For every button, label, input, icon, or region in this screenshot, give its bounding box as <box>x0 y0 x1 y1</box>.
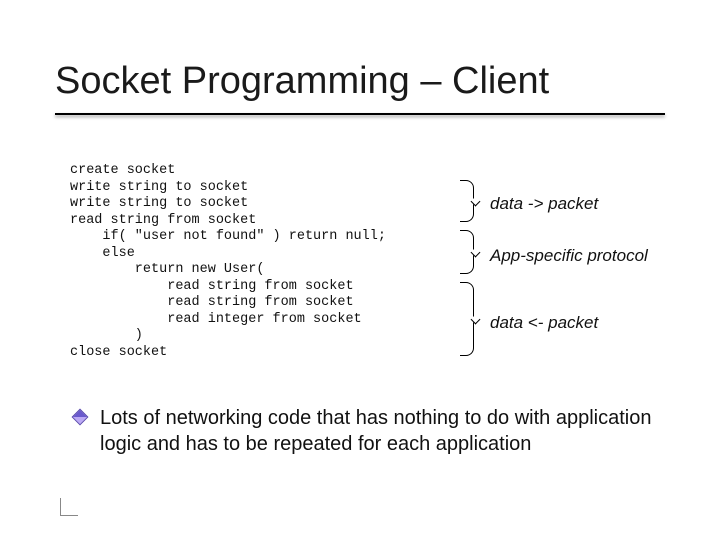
slide-title: Socket Programming – Client <box>55 60 680 103</box>
code-line: ) <box>70 328 143 343</box>
code-line: read integer from socket <box>70 312 362 327</box>
code-line: create socket <box>70 163 175 178</box>
code-block: create socket write string to socket wri… <box>70 163 386 361</box>
annotation-data-from-packet: data <- packet <box>490 313 598 333</box>
annotation-data-to-packet: data -> packet <box>490 194 598 214</box>
code-line: write string to socket <box>70 180 248 195</box>
code-line: else <box>70 246 135 261</box>
diamond-bullet-icon <box>72 409 89 426</box>
code-line: close socket <box>70 345 167 360</box>
code-line: read string from socket <box>70 279 354 294</box>
slide: Socket Programming – Client create socke… <box>0 0 720 540</box>
title-block: Socket Programming – Client <box>55 60 680 115</box>
brace-icon <box>460 180 474 222</box>
brace-icon <box>460 230 474 274</box>
corner-decoration <box>60 498 78 516</box>
title-underline <box>55 113 665 115</box>
code-line: read string from socket <box>70 213 256 228</box>
code-line: write string to socket <box>70 196 248 211</box>
bullet-text: Lots of networking code that has nothing… <box>100 405 660 457</box>
brace-icon <box>460 282 474 356</box>
annotation-app-protocol: App-specific protocol <box>490 246 648 266</box>
code-line: read string from socket <box>70 295 354 310</box>
code-line: if( "user not found" ) return null; <box>70 229 386 244</box>
code-line: return new User( <box>70 262 264 277</box>
